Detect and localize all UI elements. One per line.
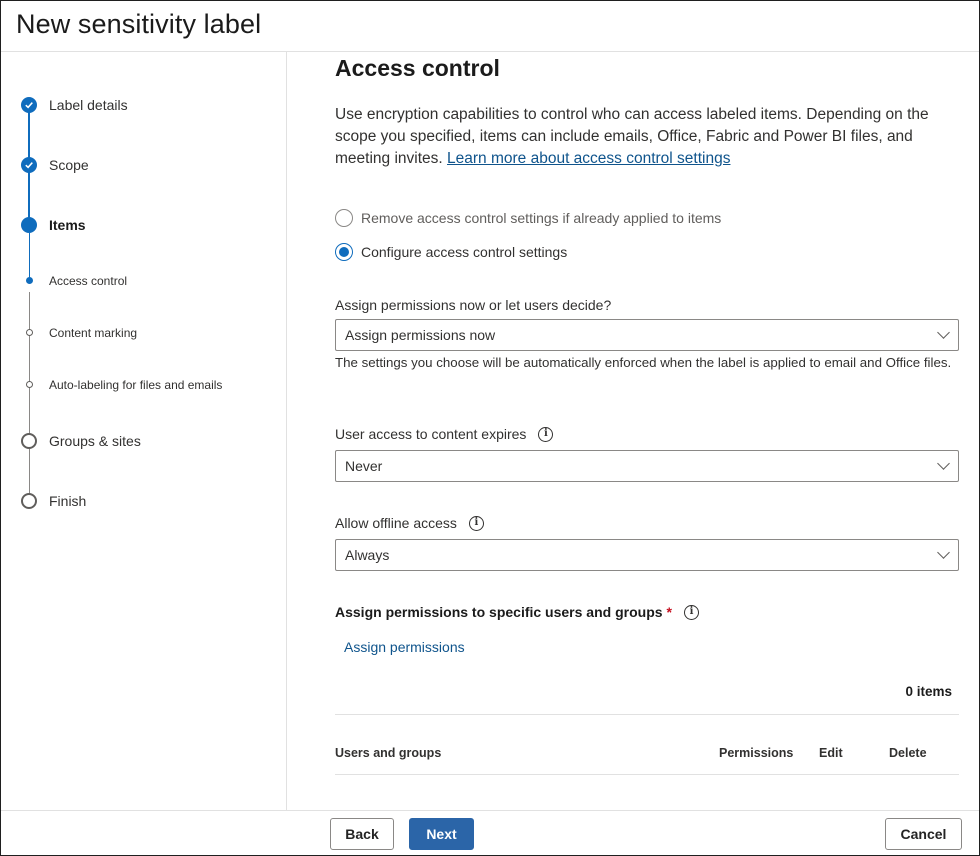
info-icon[interactable]: i (538, 426, 554, 442)
wizard-window: New sensitivity label Label details Scop… (0, 0, 980, 856)
column-header-users-groups[interactable]: Users and groups (335, 746, 441, 760)
assign-question-label: Assign permissions now or let users deci… (335, 297, 611, 313)
radio-button[interactable] (335, 209, 353, 227)
back-button[interactable]: Back (330, 818, 394, 850)
info-icon[interactable]: i (683, 604, 699, 620)
intro-text: Use encryption capabilities to control w… (335, 104, 960, 170)
offline-access-dropdown[interactable]: Always (335, 539, 959, 571)
assign-helper-text: The settings you choose will be automati… (335, 355, 952, 370)
column-header-permissions[interactable]: Permissions (719, 746, 793, 760)
wizard-steps: Label details Scope Items Access control… (1, 52, 287, 810)
radio-button-checked[interactable] (335, 243, 353, 261)
dropdown-value: Always (345, 547, 390, 563)
radio-selected-dot-icon (339, 247, 349, 257)
column-header-delete[interactable]: Delete (889, 746, 927, 760)
chevron-down-icon (937, 457, 950, 470)
step-label: Access control (49, 274, 128, 288)
info-icon[interactable]: i (468, 515, 484, 531)
dropdown-value: Assign permissions now (345, 327, 496, 343)
radio-remove-access-control[interactable]: Remove access control settings if alread… (335, 209, 721, 227)
radio-configure-access-control[interactable]: Configure access control settings (335, 243, 567, 261)
assign-permissions-dropdown[interactable]: Assign permissions now (335, 319, 959, 351)
offline-label-text: Allow offline access (335, 515, 457, 531)
pending-substep-dot-icon (25, 329, 33, 336)
pending-step-circle-icon (21, 433, 37, 449)
assign-permissions-button[interactable]: Assign permissions (344, 639, 465, 655)
expires-label: User access to content expires i (335, 426, 554, 442)
step-label: Label details (49, 97, 128, 113)
cancel-button[interactable]: Cancel (885, 818, 962, 850)
specific-permissions-text: Assign permissions to specific users and… (335, 604, 663, 620)
footer: Back Next Cancel (1, 810, 979, 855)
specific-permissions-label: Assign permissions to specific users and… (335, 604, 699, 620)
page-title: New sensitivity label (16, 9, 262, 39)
step-label: Groups & sites (49, 433, 141, 449)
learn-more-link[interactable]: Learn more about access control settings (447, 150, 730, 167)
divider (335, 774, 959, 775)
step-label: Content marking (49, 326, 138, 340)
header: New sensitivity label (1, 1, 979, 52)
items-count: 0 items (905, 684, 952, 699)
offline-label: Allow offline access i (335, 515, 484, 531)
pending-substep-dot-icon (25, 381, 33, 388)
chevron-down-icon (937, 326, 950, 339)
dropdown-value: Never (345, 458, 383, 474)
next-button[interactable]: Next (409, 818, 474, 850)
expires-label-text: User access to content expires (335, 426, 527, 442)
step-label: Finish (49, 493, 87, 509)
step-label: Scope (49, 157, 89, 173)
progress-line-remaining (28, 292, 30, 502)
column-header-edit[interactable]: Edit (819, 746, 843, 760)
expires-dropdown[interactable]: Never (335, 450, 959, 482)
step-label: Items (49, 217, 86, 233)
current-substep-dot-icon (25, 277, 33, 284)
pending-step-circle-icon (21, 493, 37, 509)
assign-question-text: Assign permissions now or let users deci… (335, 297, 612, 313)
section-title: Access control (335, 55, 500, 81)
checkmark-icon (21, 97, 37, 113)
radio-label: Configure access control settings (361, 244, 568, 260)
step-label: Auto-labeling for files and emails (49, 378, 223, 392)
main-panel: Access control Use encryption capabiliti… (288, 52, 979, 810)
chevron-down-icon (937, 546, 950, 559)
required-indicator: * (666, 604, 672, 620)
progress-line-substeps (28, 233, 30, 283)
divider (335, 714, 959, 715)
radio-label: Remove access control settings if alread… (361, 210, 722, 226)
current-step-dot-icon (21, 217, 37, 233)
checkmark-icon (21, 157, 37, 173)
